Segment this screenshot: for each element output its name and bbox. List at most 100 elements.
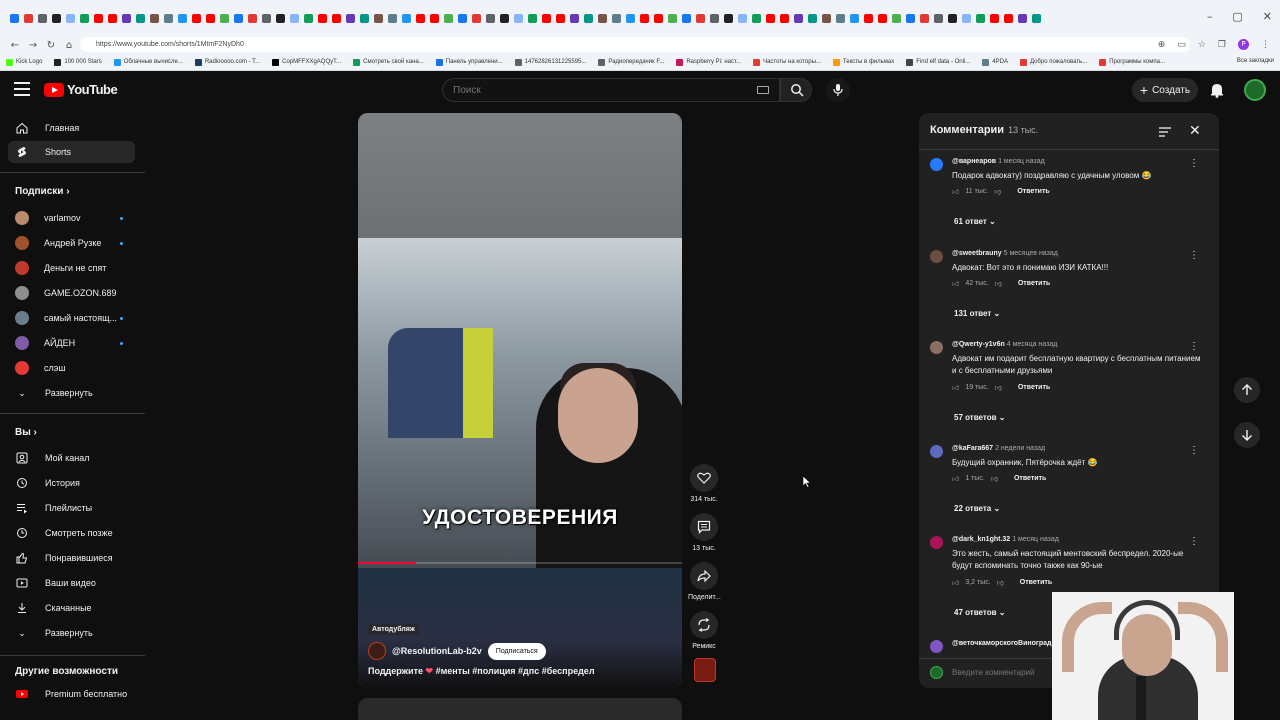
browser-tab-favicon[interactable]	[94, 13, 103, 23]
browser-tab-favicon[interactable]	[220, 13, 229, 23]
sidebar-item-shorts[interactable]: Shorts	[8, 141, 135, 163]
youtube-logo[interactable]: YouTube	[44, 82, 118, 97]
next-short-button[interactable]	[1234, 422, 1260, 448]
comments-button[interactable]	[690, 513, 718, 541]
zoom-icon[interactable]: ⊕	[1158, 40, 1166, 50]
reload-icon[interactable]: ↻	[42, 40, 60, 51]
back-icon[interactable]: ←	[6, 40, 24, 51]
next-short-preview[interactable]	[358, 698, 682, 720]
browser-tab-favicon[interactable]	[24, 13, 33, 23]
browser-tab-favicon[interactable]	[1032, 13, 1041, 23]
browser-tab-favicon[interactable]	[962, 13, 971, 23]
share-button[interactable]	[690, 562, 718, 590]
browser-tab-favicon[interactable]	[290, 13, 299, 23]
thumbs-up-icon[interactable]: 👍︎	[952, 187, 959, 196]
browser-tab-favicon[interactable]	[920, 13, 929, 23]
minimize-icon[interactable]: –	[1207, 10, 1213, 23]
browser-tab-favicon[interactable]	[332, 13, 341, 23]
home-browser-icon[interactable]: ⌂	[60, 40, 78, 51]
thumbs-down-icon[interactable]: 👎︎	[995, 279, 1002, 288]
thumbs-up-icon[interactable]: 👍︎	[952, 383, 959, 392]
browser-tab-favicon[interactable]	[346, 13, 355, 23]
commenter-avatar[interactable]	[930, 341, 943, 354]
sidebar-item-video[interactable]: Ваши видео	[8, 572, 135, 594]
you-heading[interactable]: Вы ›	[15, 427, 37, 438]
show-replies-button[interactable]: 47 ответов ⌄	[954, 608, 1005, 617]
browser-tab-favicon[interactable]	[864, 13, 873, 23]
browser-tab-favicon[interactable]	[780, 13, 789, 23]
sidebar-item-channel[interactable]: Мой канал	[8, 447, 135, 469]
browser-tab-favicon[interactable]	[192, 13, 201, 23]
sidebar-item-playlist[interactable]: Плейлисты	[8, 497, 135, 519]
sidebar-subscription[interactable]: Деньги не спят	[8, 257, 135, 279]
address-bar[interactable]: https://www.youtube.com/shorts/1MtmF2NyD…	[80, 37, 1190, 52]
browser-tab-favicon[interactable]	[948, 13, 957, 23]
browser-tab-favicon[interactable]	[304, 13, 313, 23]
reply-button[interactable]: Ответить	[1018, 280, 1050, 287]
subscribe-button[interactable]: Подписаться	[487, 642, 546, 660]
reply-button[interactable]: Ответить	[1020, 579, 1052, 586]
more-options-icon[interactable]: ⋮	[1189, 158, 1199, 169]
comment-author[interactable]: @sweetbrauny 5 месяцев назад	[952, 250, 1058, 257]
browser-tab-favicon[interactable]	[836, 13, 845, 23]
browser-tab-favicon[interactable]	[416, 13, 425, 23]
search-button[interactable]	[780, 78, 812, 102]
sidebar-subscription[interactable]: Андрей Рузке	[8, 232, 135, 254]
star-icon[interactable]: ☆	[1198, 40, 1206, 50]
thumbs-up-icon[interactable]: 👍︎	[952, 578, 959, 587]
browser-tab-favicon[interactable]	[234, 13, 243, 23]
show-replies-button[interactable]: 57 ответов ⌄	[954, 413, 1005, 422]
account-avatar[interactable]	[1244, 79, 1266, 101]
bookmark-item[interactable]: 14762826131225595...	[514, 58, 586, 66]
bookmark-item[interactable]: 4PDA	[982, 58, 1008, 66]
bookmark-item[interactable]: Частоты на которы...	[753, 58, 821, 66]
browser-tab-favicon[interactable]	[752, 13, 761, 23]
browser-tab-favicon[interactable]	[360, 13, 369, 23]
browser-tab-favicon[interactable]	[276, 13, 285, 23]
browser-menu-icon[interactable]: ⋮	[1261, 40, 1270, 50]
previous-short-button[interactable]	[1234, 377, 1260, 403]
browser-tab-favicon[interactable]	[514, 13, 523, 23]
browser-tab-favicon[interactable]	[654, 13, 663, 23]
browser-tab-favicon[interactable]	[570, 13, 579, 23]
browser-tab-favicon[interactable]	[388, 13, 397, 23]
sidebar-item-chevron-down[interactable]: ⌄ Развернуть	[8, 622, 135, 644]
commenter-avatar[interactable]	[930, 640, 943, 653]
keyboard-icon[interactable]	[757, 86, 769, 94]
forward-icon[interactable]: →	[24, 40, 42, 51]
browser-tab-favicon[interactable]	[668, 13, 677, 23]
sort-icon[interactable]	[1159, 124, 1171, 142]
reply-button[interactable]: Ответить	[1018, 384, 1050, 391]
browser-tab-favicon[interactable]	[262, 13, 271, 23]
menu-icon[interactable]	[14, 82, 30, 96]
bookmark-item[interactable]: Радиопередачик F...	[598, 58, 664, 66]
browser-tab-favicon[interactable]	[892, 13, 901, 23]
thumbs-down-icon[interactable]: 👎︎	[994, 187, 1001, 196]
all-bookmarks[interactable]: Все закладки	[1237, 58, 1274, 64]
browser-tab-favicon[interactable]	[612, 13, 621, 23]
bookmark-item[interactable]: 100 000 Stars	[54, 58, 102, 66]
shorts-player[interactable]: УДОСТОВЕРЕНИЯ Автодубляж @ResolutionLab-…	[358, 113, 682, 688]
voice-search-button[interactable]	[826, 78, 850, 102]
browser-tab-favicon[interactable]	[1004, 13, 1013, 23]
thumbs-up-icon[interactable]: 👍︎	[952, 279, 959, 288]
close-icon[interactable]: ✕	[1189, 122, 1201, 139]
commenter-avatar[interactable]	[930, 536, 943, 549]
comment-author[interactable]: @dark_kn1ght.32 1 месяц назад	[952, 536, 1059, 543]
browser-tab-favicon[interactable]	[822, 13, 831, 23]
browser-tab-favicon[interactable]	[878, 13, 887, 23]
bookmark-item[interactable]: Radiooooo.com - T...	[194, 58, 260, 66]
bookmark-item[interactable]: Программы компа...	[1099, 58, 1165, 66]
browser-tab-favicon[interactable]	[122, 13, 131, 23]
comment-author[interactable]: @веточкаморскогоВиноград	[952, 640, 1053, 647]
maximize-icon[interactable]: ▢	[1232, 10, 1242, 23]
browser-tab-favicon[interactable]	[206, 13, 215, 23]
sidebar-subscription[interactable]: слэш	[8, 357, 135, 379]
browser-tab-favicon[interactable]	[472, 13, 481, 23]
like-button[interactable]	[690, 464, 718, 492]
browser-tab-favicon[interactable]	[528, 13, 537, 23]
bookmark-item[interactable]: Kick Logo	[6, 58, 42, 66]
browser-tab-favicon[interactable]	[66, 13, 75, 23]
close-window-icon[interactable]: ✕	[1263, 10, 1272, 23]
browser-tab-favicon[interactable]	[318, 13, 327, 23]
